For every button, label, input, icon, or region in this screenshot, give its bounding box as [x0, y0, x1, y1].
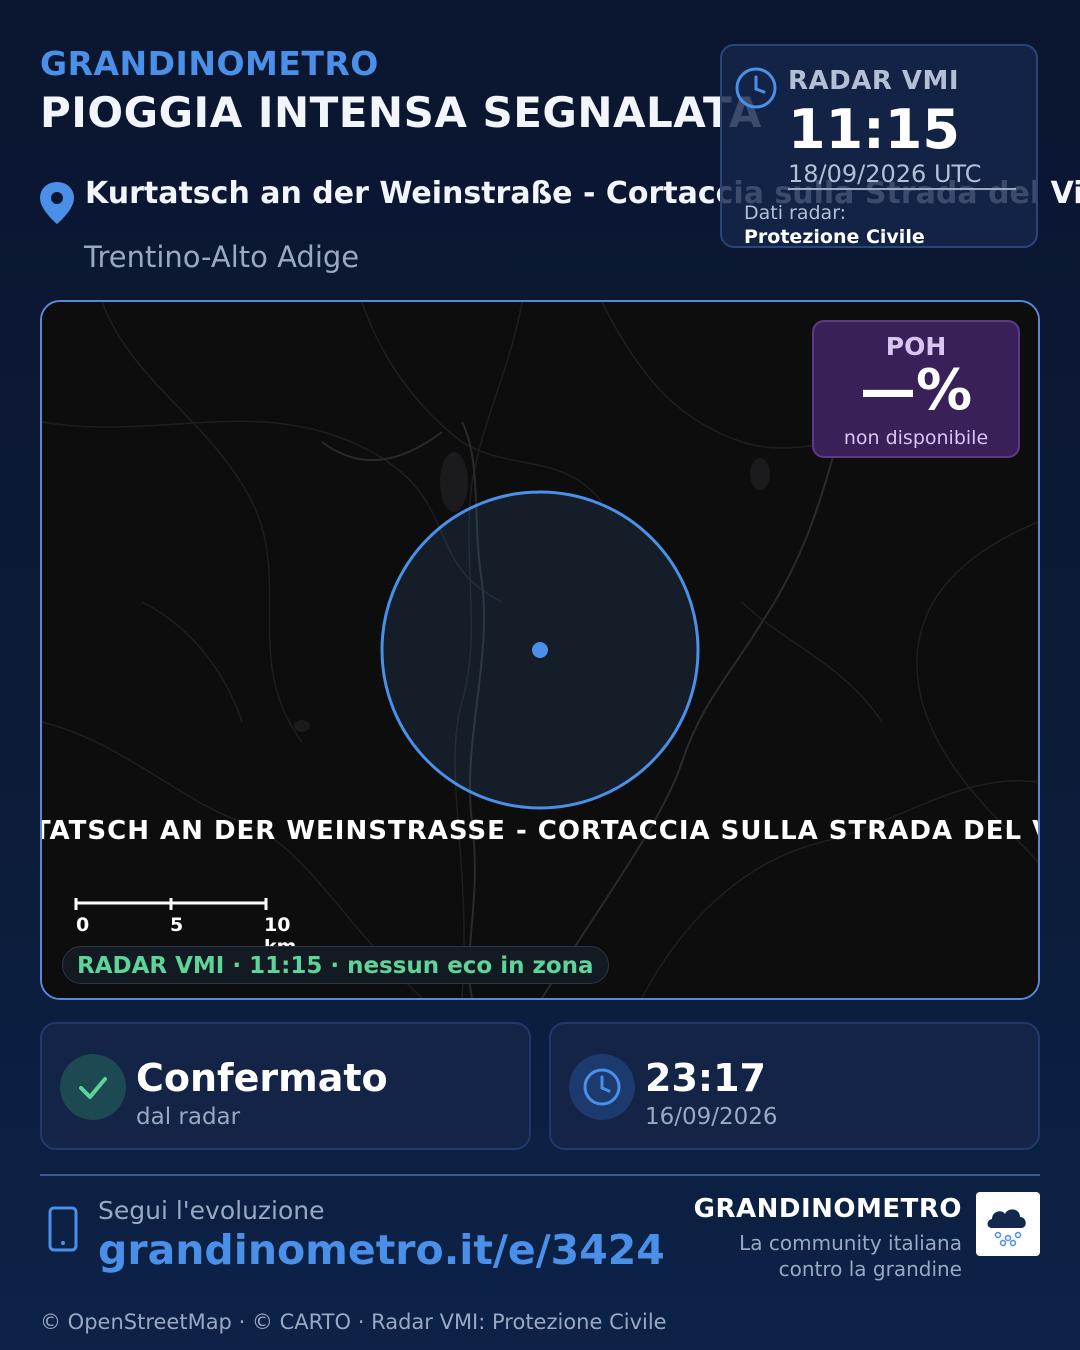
tagline-line: contro la grandine	[778, 1257, 962, 1281]
poh-label: POH	[885, 332, 947, 361]
report-date: 16/09/2026	[645, 1104, 778, 1130]
radar-date: 18/09/2026 UTC	[788, 160, 982, 188]
alert-headline: PIOGGIA INTENSA SEGNALATA	[40, 88, 762, 137]
radar-map[interactable]: POH —% non disponibile KURTATSCH AN DER …	[40, 300, 1040, 1000]
footer-divider	[40, 1174, 1040, 1176]
event-link[interactable]: grandinometro.it/e/3424	[98, 1226, 665, 1274]
clock-icon	[735, 67, 777, 109]
radar-time: 11:15	[788, 98, 960, 161]
radar-source-name: Protezione Civile	[744, 226, 925, 248]
poh-note: non disponibile	[843, 427, 989, 449]
radar-label: RADAR VMI	[788, 66, 960, 96]
location-region: Trentino-Alto Adige	[84, 240, 360, 274]
radar-info-card: RADAR VMI 11:15 18/09/2026 UTC Dati rada…	[720, 44, 1038, 248]
map-pin-icon	[40, 182, 74, 224]
follow-label: Segui l'evoluzione	[98, 1196, 325, 1225]
report-time: 23:17	[645, 1056, 766, 1100]
scale-label: 5	[170, 914, 184, 936]
divider	[788, 188, 1016, 190]
map-location-banner-text: KURTATSCH AN DER WEINSTRASSE - CORTACCIA…	[42, 816, 1038, 846]
clock-icon	[569, 1054, 635, 1120]
poh-value: —%	[859, 358, 973, 423]
radar-source-label: Dati radar:	[744, 202, 847, 224]
footer-tagline: La community italiana contro la grandine	[662, 1230, 962, 1282]
smartphone-icon	[48, 1206, 78, 1252]
tagline-line: La community italiana	[739, 1231, 962, 1255]
confirmation-title: Confermato	[136, 1056, 388, 1100]
radar-status-pill: RADAR VMI · 11:15 · nessun eco in zona	[62, 946, 609, 984]
map-scale-bar: 0 5 10 km	[74, 898, 296, 958]
footer-brand: GRANDINOMETRO	[693, 1194, 962, 1224]
check-icon	[60, 1054, 126, 1120]
brand-title: GRANDINOMETRO	[40, 44, 379, 83]
poh-badge: POH —% non disponibile	[812, 320, 1020, 458]
map-location-banner: KURTATSCH AN DER WEINSTRASSE - CORTACCIA…	[42, 816, 1038, 846]
scale-bar-line	[74, 898, 268, 910]
confirmation-card: Confermato dal radar	[40, 1022, 531, 1150]
scale-label: 0	[76, 914, 90, 936]
confirmation-subtitle: dal radar	[136, 1104, 241, 1130]
hail-cloud-logo-icon	[976, 1192, 1040, 1256]
report-time-card: 23:17 16/09/2026	[549, 1022, 1040, 1150]
map-credits: © OpenStreetMap · © CARTO · Radar VMI: P…	[40, 1310, 667, 1334]
